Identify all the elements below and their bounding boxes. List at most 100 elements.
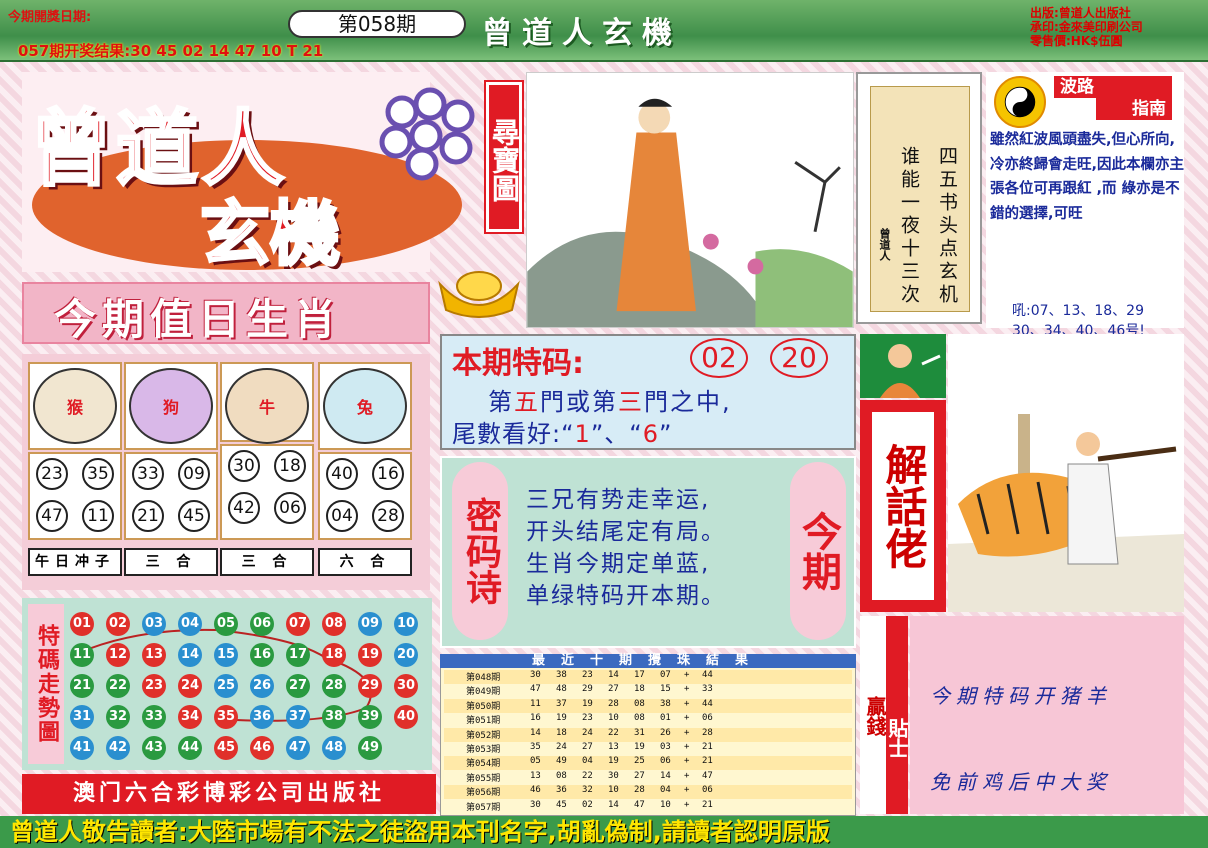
trend-number-ball: 07 <box>286 612 310 636</box>
draw-number: 22 <box>608 727 619 738</box>
guide-title-2: 指南 <box>1096 98 1172 120</box>
draw-number: + <box>684 799 690 810</box>
trend-number-ball: 27 <box>286 674 310 698</box>
trend-number-ball: 13 <box>142 643 166 667</box>
trend-number-ball: 43 <box>142 736 166 760</box>
hint-text: 尾數看好:“ <box>452 420 575 448</box>
draw-number: + <box>684 785 690 796</box>
draw-number: 19 <box>608 756 619 767</box>
tip-line-2: 免前鸡后中大奖 <box>930 770 1112 794</box>
poem-line-1: 四五书头点玄机 <box>936 146 958 307</box>
trend-number-ball: 41 <box>70 736 94 760</box>
draw-number: 30 <box>530 799 541 810</box>
zodiac-relation-label: 午日冲子 <box>28 548 122 576</box>
trend-number-ball: 39 <box>358 705 382 729</box>
draw-number: 46 <box>530 785 541 796</box>
draw-number: 27 <box>608 684 619 695</box>
footer-notice: 曾道人敬告讀者:大陸市場有不法之徒盜用本刊名字,胡亂偽制,請讀者認明原版 <box>10 818 830 846</box>
draw-number: 38 <box>556 670 567 680</box>
trend-number-ball: 30 <box>394 674 418 698</box>
secret-poem-line: 单绿特码开本期。 <box>526 583 726 609</box>
draw-number: 18 <box>634 684 645 695</box>
guide-numbers-prefix: 吼: <box>1012 303 1031 319</box>
draw-number: 19 <box>634 742 645 752</box>
hint-text: 門或第 <box>540 388 618 416</box>
hint-text: 門之中, <box>644 388 732 416</box>
draw-number: + <box>684 698 690 709</box>
draw-period: 第049期 <box>466 687 501 698</box>
trend-number-ball: 38 <box>322 705 346 729</box>
trend-number-ball: 48 <box>322 736 346 760</box>
tiger-hunter-illustration <box>948 334 1184 612</box>
zodiac-number-ball: 42 <box>228 492 260 524</box>
draw-number: 21 <box>702 799 713 810</box>
draw-number: + <box>684 742 690 752</box>
zodiac-number-ball: 45 <box>178 500 210 532</box>
trend-number-ball: 37 <box>286 705 310 729</box>
previous-result: 057期开奖结果:30 45 02 14 47 10 T 21 <box>18 42 324 60</box>
draw-number: 06 <box>660 756 671 767</box>
trend-number-ball: 06 <box>250 612 274 636</box>
special-hint-line-2: 尾數看好:“1”、“6” <box>452 414 672 449</box>
trend-number-ball: 19 <box>358 643 382 667</box>
draw-number: 47 <box>530 684 541 695</box>
trend-number-ball: 47 <box>286 736 310 760</box>
special-number-2: 20 <box>770 338 828 378</box>
guide-title-1: 波路 <box>1054 76 1172 98</box>
draw-number: 18 <box>556 727 567 738</box>
logo-subtitle: 玄機 <box>199 191 342 277</box>
trend-number-ball: 28 <box>322 674 346 698</box>
draw-period: 第051期 <box>466 716 501 727</box>
draw-number: 06 <box>702 713 713 724</box>
draw-number: 45 <box>556 799 567 810</box>
draw-number: 44 <box>702 698 713 709</box>
draw-number: 02 <box>582 799 593 810</box>
trend-number-ball: 20 <box>394 643 418 667</box>
draw-period: 第055期 <box>466 773 501 784</box>
draw-number: 14 <box>608 799 619 810</box>
publisher-bar: 澳门六合彩博彩公司出版社 <box>22 774 436 814</box>
recent-result-row: 第049期 47 48 29 27 18 15 +33 <box>444 684 852 699</box>
special-code-title: 本期特码: <box>452 346 584 381</box>
draw-number: + <box>684 727 690 738</box>
draw-number: 25 <box>634 756 645 767</box>
draw-number: 24 <box>556 742 567 752</box>
hint-text: 第 <box>488 388 514 416</box>
zodiac-number-ball: 16 <box>372 458 404 490</box>
draw-number: 32 <box>582 785 593 796</box>
draw-number: 27 <box>582 742 593 752</box>
draw-number: 04 <box>660 785 671 796</box>
trend-number-ball: 34 <box>178 705 202 729</box>
draw-number: 23 <box>582 713 593 724</box>
publisher-info: 出版:曾道人出版社 承印:金來美印刷公司 零售價:HK$伍圓 <box>1030 6 1143 48</box>
draw-number: 13 <box>530 770 541 781</box>
recent-result-row: 第057期 30 45 02 14 47 10 +21 <box>444 799 852 814</box>
hint-highlight: 1 <box>574 420 591 448</box>
draw-number: 03 <box>660 742 671 752</box>
draw-period: 第048期 <box>466 673 501 683</box>
draw-number: 07 <box>660 670 671 680</box>
poem-signature: 曾道人 <box>878 228 891 261</box>
trend-number-ball: 24 <box>178 674 202 698</box>
trend-number-ball: 42 <box>106 736 130 760</box>
trend-number-ball: 32 <box>106 705 130 729</box>
zodiac-relation-label: 三 合 <box>220 548 314 576</box>
zodiac-number-ball: 09 <box>178 458 210 490</box>
guide-body-text: 雖然紅波風頭盡失,但心所向,冷亦終歸會走旺,因此本欄亦主張各位可再跟紅 ,而 綠… <box>990 132 1185 222</box>
trend-number-ball: 10 <box>394 612 418 636</box>
draw-number: + <box>684 770 690 781</box>
draw-number: 10 <box>608 785 619 796</box>
tip-line-1: 今期特码开猪羊 <box>930 684 1112 708</box>
trend-number-ball: 22 <box>106 674 130 698</box>
draw-number: 47 <box>634 799 645 810</box>
zodiac-title: 今期值日生肖 <box>54 295 343 344</box>
trend-number-ball: 31 <box>70 705 94 729</box>
treasure-map-tag: 尋寶圖 <box>484 80 524 234</box>
rings-icon <box>379 87 475 181</box>
trend-label: 特碼走勢圖 <box>28 604 64 764</box>
zodiac-number-ball: 33 <box>132 458 164 490</box>
draw-period: 第050期 <box>466 701 501 712</box>
hint-highlight: 五 <box>514 388 540 416</box>
zodiac-number-ball: 23 <box>36 458 68 490</box>
hint-highlight: 三 <box>618 388 644 416</box>
